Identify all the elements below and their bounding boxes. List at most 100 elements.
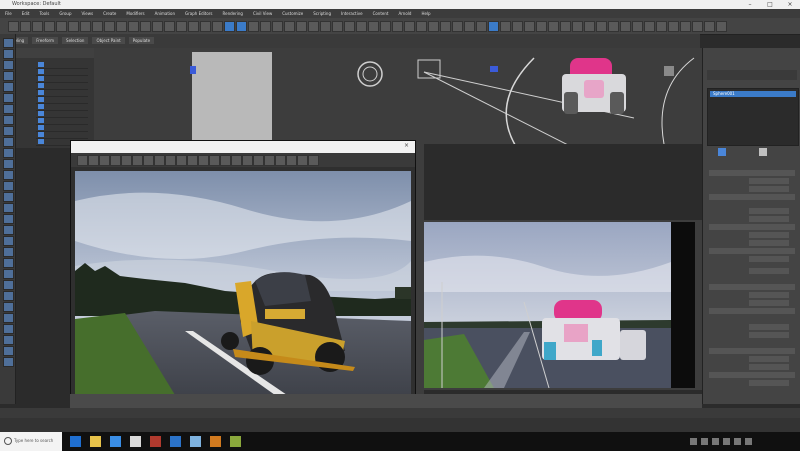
viewport-top[interactable] [94, 48, 702, 144]
render-toolbar-button[interactable] [121, 155, 132, 166]
ribbon-tab-object-paint[interactable]: Object Paint [92, 37, 125, 44]
toolbar-button[interactable] [452, 21, 463, 32]
toolbar-button[interactable] [176, 21, 187, 32]
toolbar-button[interactable] [152, 21, 163, 32]
command-panel-field[interactable] [749, 208, 789, 214]
left-tool-icon[interactable] [3, 324, 14, 334]
render-toolbar-button[interactable] [209, 155, 220, 166]
taskbar-app-icon[interactable] [110, 436, 121, 447]
toolbar-button[interactable] [440, 21, 451, 32]
visibility-toggle[interactable] [38, 132, 44, 137]
menu-item-create[interactable]: Create [98, 9, 121, 18]
object-list-selected[interactable]: Sphere001 [710, 91, 796, 97]
toolbar-button[interactable] [332, 21, 343, 32]
menu-item-scripting[interactable]: Scripting [308, 9, 336, 18]
command-panel-field[interactable] [749, 186, 789, 192]
command-panel-field[interactable] [749, 268, 789, 274]
menu-item-edit[interactable]: Edit [17, 9, 35, 18]
toolbar-button[interactable] [200, 21, 211, 32]
toolbar-button[interactable] [296, 21, 307, 32]
panel-icon-a[interactable] [718, 148, 726, 156]
render-toolbar-button[interactable] [77, 155, 88, 166]
taskbar-app-icon[interactable] [170, 436, 181, 447]
render-toolbar-button[interactable] [253, 155, 264, 166]
left-tool-icon[interactable] [3, 313, 14, 323]
toolbar-button[interactable] [536, 21, 547, 32]
left-tool-icon[interactable] [3, 181, 14, 191]
toolbar-button[interactable] [164, 21, 175, 32]
toolbar-button[interactable] [188, 21, 199, 32]
toolbar-button[interactable] [224, 21, 235, 32]
left-tool-icon[interactable] [3, 247, 14, 257]
command-panel-field[interactable] [749, 256, 789, 262]
toolbar-button[interactable] [236, 21, 247, 32]
taskbar-app-icon[interactable] [190, 436, 201, 447]
visibility-toggle[interactable] [38, 69, 44, 74]
track-bar[interactable] [0, 408, 800, 418]
toolbar-button[interactable] [692, 21, 703, 32]
taskbar-app-icon[interactable] [150, 436, 161, 447]
command-panel-field[interactable] [749, 364, 789, 370]
toolbar-button[interactable] [572, 21, 583, 32]
command-panel-field[interactable] [749, 292, 789, 298]
visibility-toggle[interactable] [38, 90, 44, 95]
toolbar-button[interactable] [560, 21, 571, 32]
menu-item-views[interactable]: Views [77, 9, 99, 18]
toolbar-button[interactable] [476, 21, 487, 32]
toolbar-button[interactable] [8, 21, 19, 32]
toolbar-button[interactable] [272, 21, 283, 32]
close-button[interactable]: × [780, 0, 800, 9]
system-tray-icon[interactable] [723, 438, 730, 445]
ribbon-tab-populate[interactable]: Populate [128, 37, 155, 44]
menu-item-help[interactable]: Help [416, 9, 435, 18]
command-panel-field[interactable] [749, 300, 789, 306]
menu-item-tools[interactable]: Tools [34, 9, 54, 18]
toolbar-button[interactable] [116, 21, 127, 32]
left-tool-icon[interactable] [3, 236, 14, 246]
panel-icon-b[interactable] [759, 148, 767, 156]
left-tool-icon[interactable] [3, 280, 14, 290]
command-panel-field[interactable] [709, 170, 795, 176]
left-tool-icon[interactable] [3, 302, 14, 312]
render-window-close-button[interactable]: × [404, 142, 409, 149]
visibility-toggle[interactable] [38, 76, 44, 81]
toolbar-button[interactable] [392, 21, 403, 32]
toolbar-button[interactable] [128, 21, 139, 32]
left-tool-icon[interactable] [3, 104, 14, 114]
menu-item-group[interactable]: Group [54, 9, 76, 18]
system-tray-icon[interactable] [712, 438, 719, 445]
left-tool-icon[interactable] [3, 159, 14, 169]
toolbar-button[interactable] [248, 21, 259, 32]
render-toolbar-button[interactable] [286, 155, 297, 166]
left-tool-icon[interactable] [3, 93, 14, 103]
toolbar-button[interactable] [212, 21, 223, 32]
render-toolbar-button[interactable] [110, 155, 121, 166]
taskbar-search-box[interactable]: Type here to search [0, 432, 62, 451]
menu-item-animation[interactable]: Animation [150, 9, 180, 18]
left-tool-icon[interactable] [3, 203, 14, 213]
render-toolbar-button[interactable] [308, 155, 319, 166]
menu-item-graph-editors[interactable]: Graph Editors [180, 9, 217, 18]
left-tool-icon[interactable] [3, 346, 14, 356]
render-toolbar-button[interactable] [242, 155, 253, 166]
taskbar-app-icon[interactable] [130, 436, 141, 447]
command-panel-field[interactable] [749, 324, 789, 330]
toolbar-button[interactable] [32, 21, 43, 32]
toolbar-button[interactable] [104, 21, 115, 32]
toolbar-button[interactable] [488, 21, 499, 32]
left-tool-icon[interactable] [3, 71, 14, 81]
toolbar-button[interactable] [608, 21, 619, 32]
toolbar-button[interactable] [80, 21, 91, 32]
render-toolbar-button[interactable] [220, 155, 231, 166]
toolbar-button[interactable] [428, 21, 439, 32]
toolbar-button[interactable] [632, 21, 643, 32]
toolbar-button[interactable] [404, 21, 415, 32]
left-tool-icon[interactable] [3, 225, 14, 235]
toolbar-button[interactable] [320, 21, 331, 32]
toolbar-button[interactable] [284, 21, 295, 32]
toolbar-button[interactable] [44, 21, 55, 32]
visibility-toggle[interactable] [38, 97, 44, 102]
toolbar-button[interactable] [344, 21, 355, 32]
menu-item-rendering[interactable]: Rendering [218, 9, 248, 18]
left-tool-icon[interactable] [3, 38, 14, 48]
